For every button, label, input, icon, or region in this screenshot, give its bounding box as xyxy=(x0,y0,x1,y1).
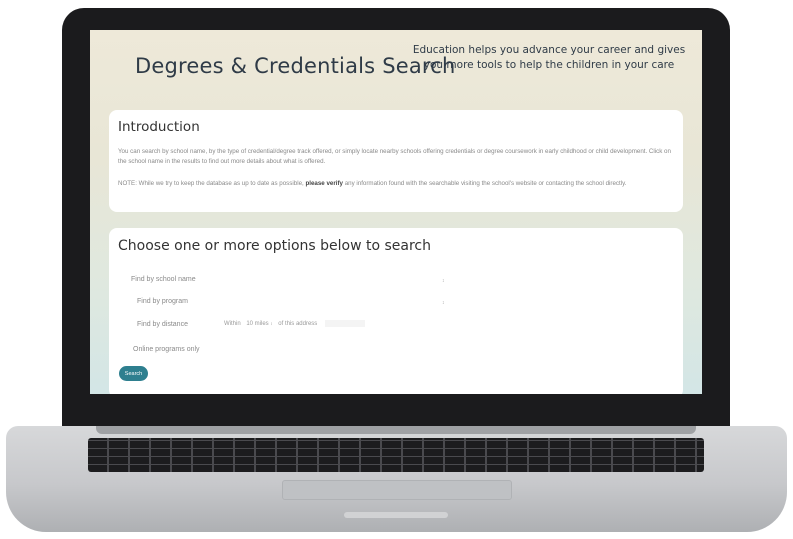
search-options-card: Choose one or more options below to sear… xyxy=(109,228,683,394)
introduction-card: Introduction You can search by school na… xyxy=(109,110,683,212)
search-button[interactable]: Search xyxy=(119,366,148,381)
address-input[interactable] xyxy=(324,320,365,327)
note-suffix: any information found with the searchabl… xyxy=(344,180,627,187)
distance-controls: Within 10 miles ↕ of this address xyxy=(224,320,365,327)
note-prefix: NOTE: While we try to keep the database … xyxy=(118,180,304,187)
program-select[interactable]: ↕ xyxy=(442,300,445,306)
school-name-select[interactable]: ↕ xyxy=(442,278,445,284)
online-programs-checkbox[interactable]: Online programs only xyxy=(133,346,200,353)
distance-address-text: of this address xyxy=(278,321,318,328)
distance-within-text: Within xyxy=(224,321,241,328)
distance-miles-arrow[interactable]: ↕ xyxy=(270,321,272,326)
laptop-front-notch xyxy=(344,512,448,518)
laptop-hinge xyxy=(96,426,696,434)
keyboard xyxy=(88,438,704,472)
school-name-label: Find by school name xyxy=(131,276,196,283)
note-emphasis: please verify xyxy=(305,180,343,187)
verification-note: NOTE: While we try to keep the database … xyxy=(118,179,673,189)
program-label: Find by program xyxy=(137,298,188,305)
distance-miles-select[interactable]: 10 miles xyxy=(246,321,268,327)
browser-viewport: Degrees & Credentials Search Education h… xyxy=(90,30,702,394)
page-tagline: Education helps you advance your career … xyxy=(412,44,686,71)
introduction-text: You can search by school name, by the ty… xyxy=(118,148,671,165)
distance-label: Find by distance xyxy=(137,321,188,328)
introduction-heading: Introduction xyxy=(118,119,200,135)
trackpad xyxy=(282,480,512,500)
search-options-heading: Choose one or more options below to sear… xyxy=(118,238,432,254)
